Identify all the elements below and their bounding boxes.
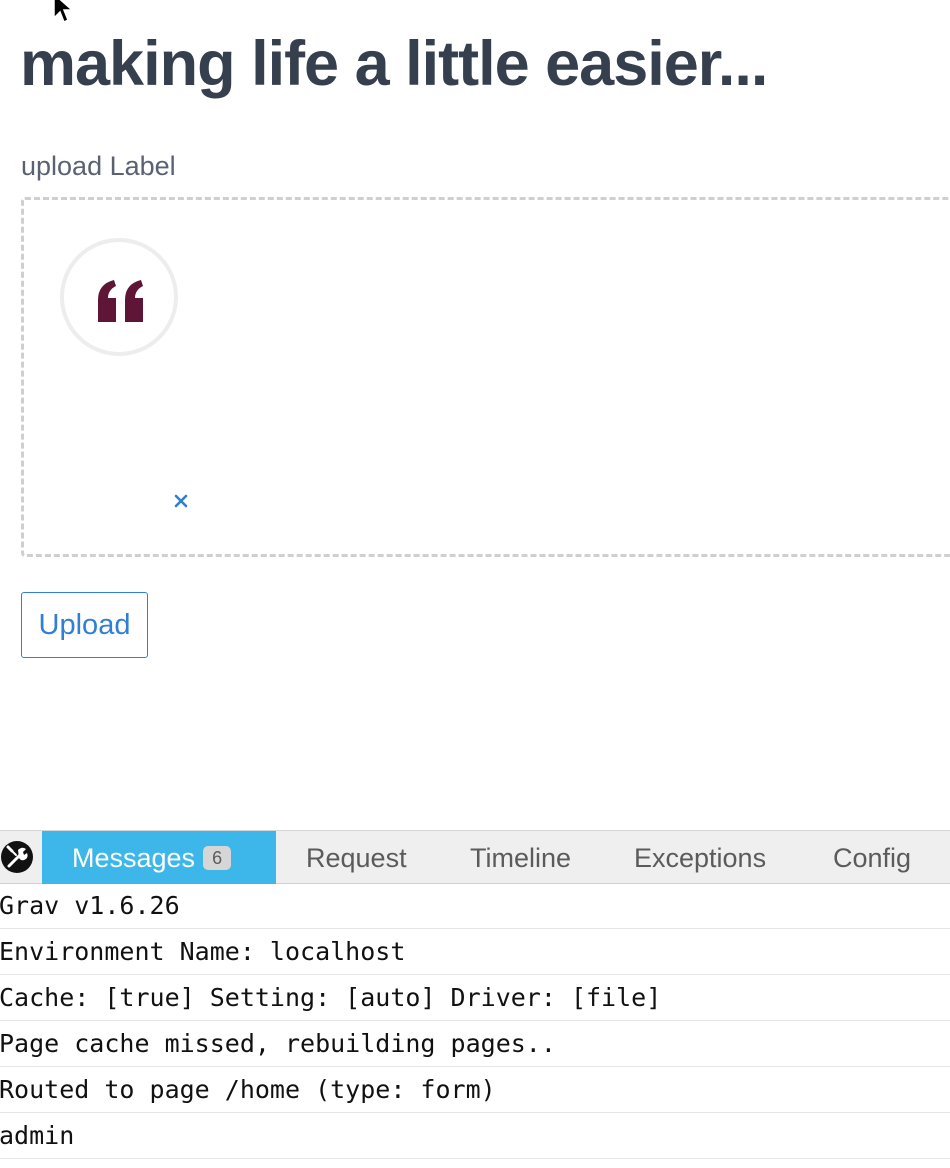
debug-bar-header: Messages 6 Request Timeline Exceptions Co… [0, 830, 950, 884]
list-item: Routed to page /home (type: form) [0, 1068, 950, 1113]
tab-label: Timeline [470, 843, 572, 873]
page-title: making life a little easier... [20, 29, 768, 99]
tab-timeline[interactable]: Timeline [470, 831, 571, 884]
file-dropzone[interactable] [21, 197, 950, 557]
list-item: Page cache missed, rebuilding pages.. [0, 1022, 950, 1067]
tab-label: Config [833, 843, 912, 873]
message-count-badge: 6 [203, 845, 232, 870]
list-item: Cache: [true] Setting: [auto] Driver: [f… [0, 976, 950, 1021]
tab-label: Request [306, 843, 407, 873]
upload-button[interactable]: Upload [21, 592, 148, 658]
upload-field-label: upload Label [21, 151, 176, 181]
quote-mark-icon [98, 280, 143, 322]
page: making life a little easier... upload La… [0, 0, 950, 1168]
list-item: Grav v1.6.26 [0, 884, 950, 929]
remove-file-button[interactable] [170, 490, 192, 512]
list-item: admin [0, 1114, 950, 1159]
wrench-icon[interactable] [0, 840, 34, 874]
tab-exceptions[interactable]: Exceptions [634, 831, 766, 884]
mouse-pointer-icon [53, 0, 74, 24]
tab-messages[interactable]: Messages 6 [42, 831, 276, 884]
uploaded-file-thumbnail [60, 238, 178, 356]
tab-label: Messages [72, 843, 196, 873]
debug-bar: Messages 6 Request Timeline Exceptions Co… [0, 830, 950, 1168]
messages-list: Grav v1.6.26 Environment Name: localhost… [0, 884, 950, 1160]
tab-request[interactable]: Request [306, 831, 407, 884]
list-item: Environment Name: localhost [0, 930, 950, 975]
tab-config[interactable]: Config [833, 831, 911, 884]
tab-label: Exceptions [634, 843, 767, 873]
